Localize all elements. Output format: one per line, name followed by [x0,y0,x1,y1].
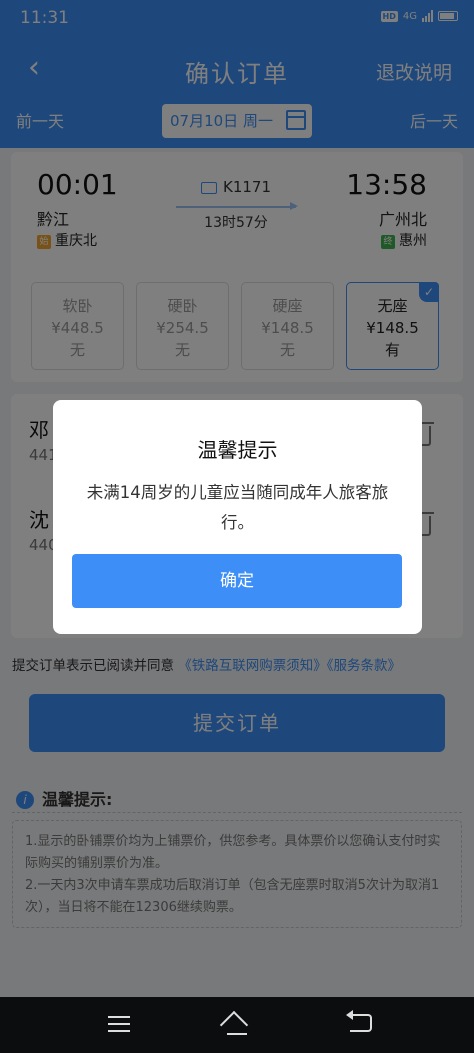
dialog-message: 未满14周岁的儿童应当随同成年人旅客旅行。 [86,483,389,532]
system-nav-bar [0,997,474,1053]
home-icon[interactable] [221,1013,253,1035]
app: 11:31 HD 4G ‹ 确认订单 退改说明 前一天 07月10日 周一 后一… [0,0,474,1053]
back-nav-icon[interactable] [346,1010,372,1032]
reminder-dialog: 温馨提示 未满14周岁的儿童应当随同成年人旅客旅行。 确定 [53,400,422,634]
confirm-button[interactable]: 确定 [72,554,402,608]
menu-icon[interactable] [108,1016,130,1032]
dialog-title: 温馨提示 [197,438,278,462]
